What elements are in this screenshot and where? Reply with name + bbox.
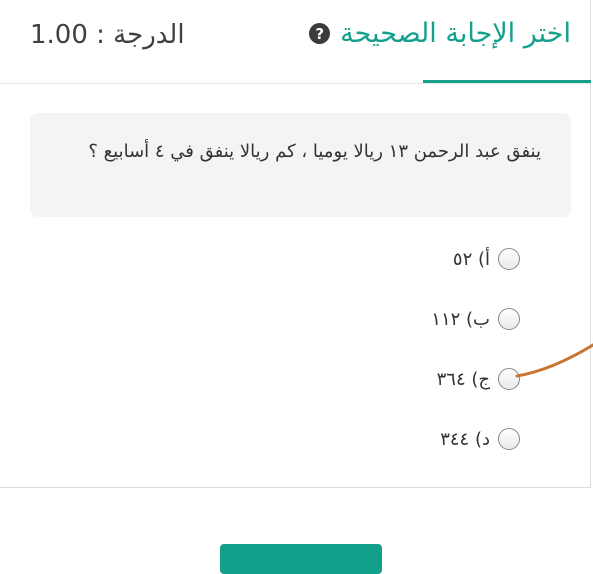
next-button[interactable] [220,544,382,574]
option-label: ج) ٣٦٤ [436,368,490,390]
radio-button[interactable] [498,428,520,450]
radio-button[interactable] [498,248,520,270]
question-card: اختر الإجابة الصحيحة ? الدرجة : 1.00 ينف… [0,0,591,488]
option-a[interactable]: أ) ٥٢ [431,240,520,278]
grade-label: الدرجة : 1.00 [30,20,185,50]
question-box: ينفق عبد الرحمن ١٣ ريالا يوميا ، كم ريال… [30,113,571,217]
tab-title-label: اختر الإجابة الصحيحة [340,18,571,49]
radio-button[interactable] [498,308,520,330]
option-d[interactable]: د) ٣٤٤ [431,420,520,458]
active-tab-indicator [423,80,591,83]
option-label: أ) ٥٢ [452,248,490,270]
answer-options: أ) ٥٢ ب) ١١٢ ج) ٣٦٤ د) ٣٤٤ [431,240,520,480]
help-icon[interactable]: ? [309,23,331,44]
question-text: ينفق عبد الرحمن ١٣ ريالا يوميا ، كم ريال… [88,141,541,162]
radio-button[interactable] [498,368,520,390]
option-label: د) ٣٤٤ [440,428,490,450]
card-header: اختر الإجابة الصحيحة ? الدرجة : 1.00 [0,0,591,84]
option-label: ب) ١١٢ [431,308,490,330]
tab-choose-answer[interactable]: اختر الإجابة الصحيحة ? [309,18,571,49]
option-c[interactable]: ج) ٣٦٤ [431,360,520,398]
option-b[interactable]: ب) ١١٢ [431,300,520,338]
